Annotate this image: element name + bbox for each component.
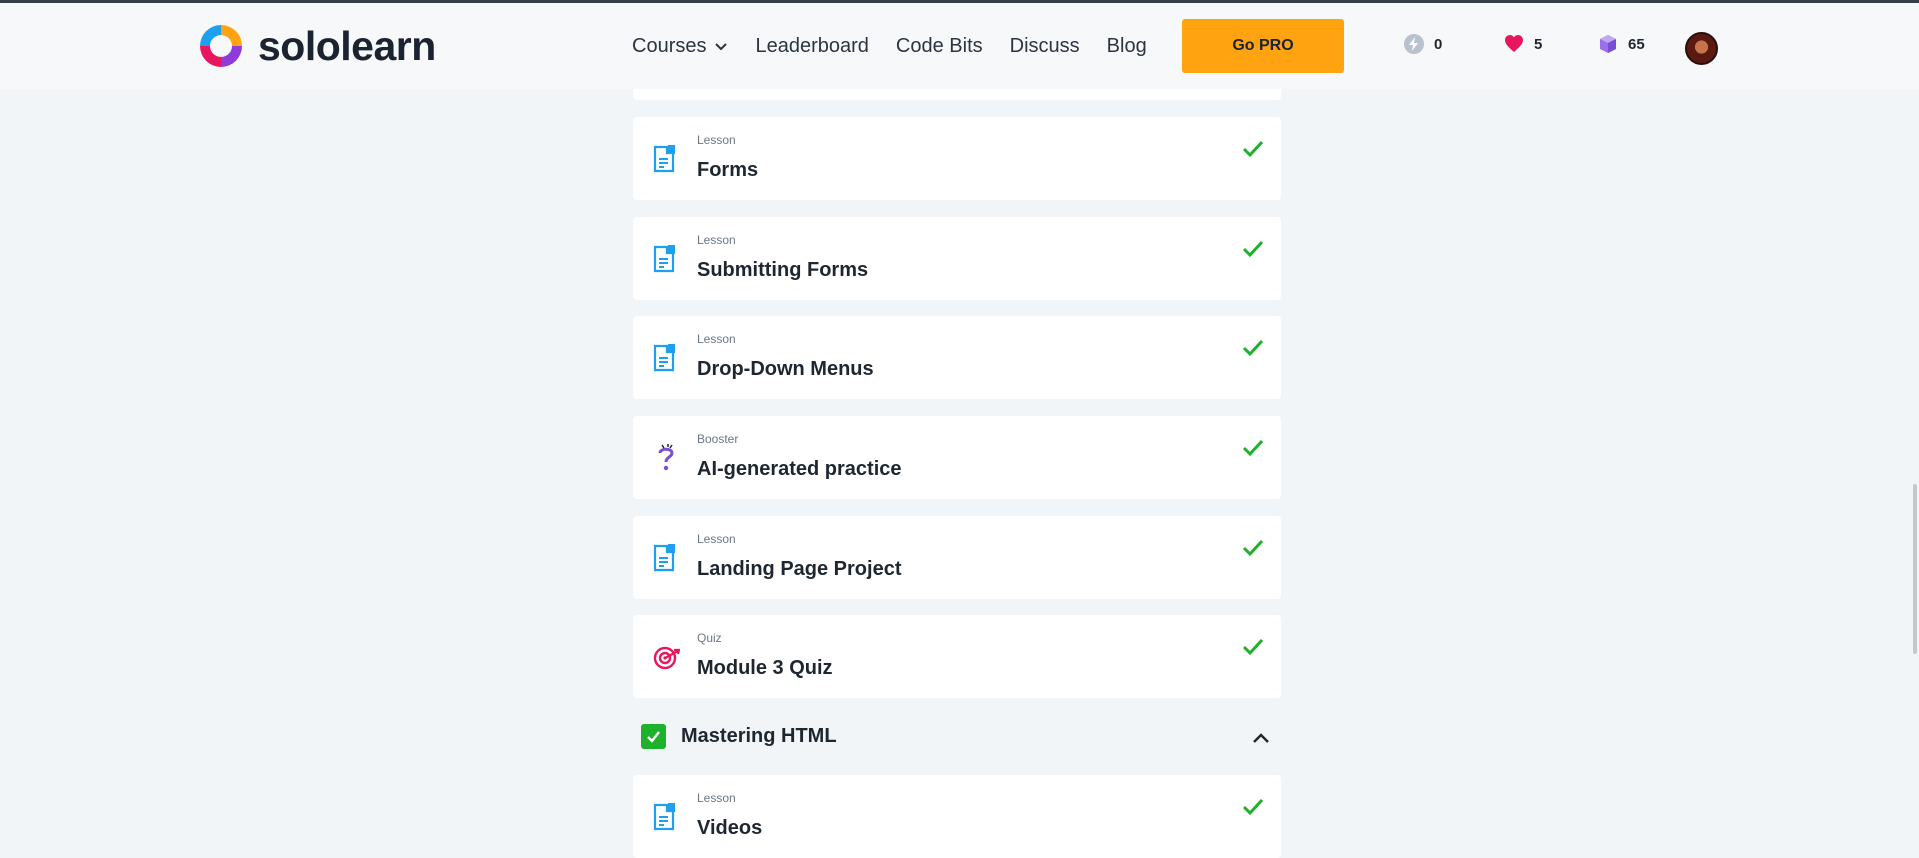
main-nav: Courses Leaderboard Code Bits Discuss Bl… [632, 3, 1174, 89]
quiz-icon [653, 646, 680, 670]
lesson-card[interactable]: Lesson Forms [633, 117, 1281, 200]
chevron-up-icon[interactable] [1251, 728, 1271, 748]
quiz-card[interactable]: Quiz Module 3 Quiz [633, 615, 1281, 698]
lesson-icon [653, 245, 675, 273]
checkmark-icon [1242, 240, 1264, 258]
top-navbar: sololearn Courses Leaderboard Code Bits … [0, 3, 1919, 89]
streak-count: 0 [1434, 35, 1443, 53]
module-title: Mastering HTML [681, 725, 837, 747]
lesson-icon [653, 344, 675, 372]
brand-name: sololearn [258, 22, 436, 69]
heart-icon [1505, 35, 1523, 52]
sololearn-logo[interactable]: sololearn [196, 21, 436, 71]
gems-count: 65 [1628, 35, 1645, 53]
lesson-title: Drop-Down Menus [697, 358, 874, 380]
checkmark-icon [1242, 539, 1264, 557]
lesson-title: Module 3 Quiz [697, 657, 833, 679]
lesson-type: Booster [697, 432, 739, 446]
nav-blog[interactable]: Blog [1107, 35, 1147, 58]
nav-courses-label: Courses [632, 34, 707, 57]
booster-icon [658, 444, 674, 471]
checkmark-icon [647, 731, 660, 743]
gem-icon [1600, 35, 1616, 53]
checkmark-icon [1242, 339, 1264, 357]
lesson-icon [653, 544, 675, 572]
gems-counter[interactable]: 65 [1597, 33, 1645, 55]
lesson-card[interactable]: Lesson Drop-Down Menus [633, 316, 1281, 399]
nav-courses[interactable]: Courses [632, 35, 728, 58]
lesson-title: Submitting Forms [697, 259, 869, 281]
booster-card[interactable]: Booster AI-generated practice [633, 416, 1281, 499]
lesson-title: Videos [697, 817, 763, 839]
lesson-card[interactable]: Lesson Submitting Forms [633, 217, 1281, 300]
lesson-card[interactable]: Lesson Landing Page Project [633, 516, 1281, 599]
lesson-type: Lesson [697, 532, 736, 546]
checkmark-icon [1242, 638, 1264, 656]
checkmark-icon [1242, 140, 1264, 158]
checkmark-icon [1242, 439, 1264, 457]
hearts-counter[interactable]: 5 [1503, 33, 1542, 55]
nav-discuss[interactable]: Discuss [1010, 35, 1080, 58]
chevron-down-icon [715, 43, 728, 51]
lesson-icon [653, 803, 675, 831]
lightning-icon [1404, 34, 1424, 54]
lesson-type: Lesson [697, 133, 736, 147]
lesson-type: Lesson [697, 233, 736, 247]
lesson-type: Quiz [697, 631, 722, 645]
lesson-type: Lesson [697, 791, 736, 805]
lesson-title: AI-generated practice [697, 458, 902, 480]
lesson-title: Landing Page Project [697, 558, 902, 580]
checkmark-icon [1242, 798, 1264, 816]
module-complete-checkbox [641, 724, 666, 749]
module-header-mastering-html[interactable]: Mastering HTML [633, 710, 1281, 764]
nav-leaderboard[interactable]: Leaderboard [755, 35, 868, 58]
go-pro-button[interactable]: Go PRO [1182, 19, 1344, 73]
lesson-icon [653, 145, 675, 173]
user-avatar[interactable] [1685, 32, 1718, 65]
lesson-title: Forms [697, 159, 759, 181]
hearts-count: 5 [1534, 35, 1543, 53]
lesson-type: Lesson [697, 332, 736, 346]
lesson-card[interactable]: Lesson Videos [633, 775, 1281, 858]
window-top-border [0, 0, 1919, 3]
nav-code-bits[interactable]: Code Bits [896, 35, 983, 58]
page-scrollbar[interactable] [1913, 484, 1917, 654]
streak-counter[interactable]: 0 [1403, 33, 1442, 55]
sololearn-logo-icon [200, 25, 242, 67]
